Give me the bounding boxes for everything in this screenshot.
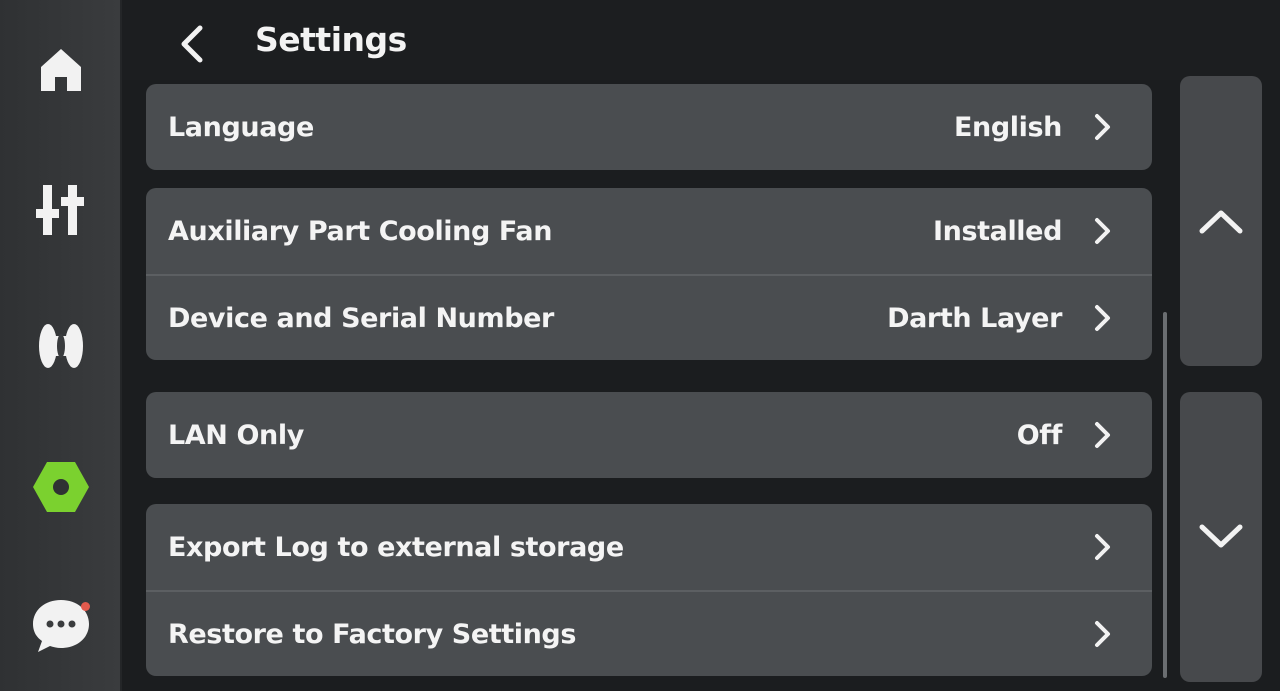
chevron-right-icon [1090, 303, 1114, 333]
hex-settings-icon [33, 462, 89, 512]
chevron-down-icon [1199, 524, 1243, 548]
notification-dot [81, 602, 90, 611]
sidebar-item-messages[interactable] [28, 592, 94, 658]
sidebar-item-settings[interactable] [28, 454, 94, 520]
settings-group-network: LAN Only Off [146, 392, 1152, 478]
lan-only-label: LAN Only [168, 419, 304, 451]
sidebar [0, 0, 122, 691]
lan-only-row[interactable]: LAN Only Off [146, 392, 1152, 478]
language-label: Language [168, 111, 314, 143]
chevron-left-icon [181, 25, 203, 63]
filament-icon [39, 324, 83, 368]
chevron-up-icon [1199, 210, 1243, 234]
sidebar-item-filament[interactable] [28, 313, 94, 379]
export-log-label: Export Log to external storage [168, 531, 624, 563]
sidebar-item-home[interactable] [28, 36, 94, 102]
language-value: English [954, 111, 1062, 143]
chevron-right-icon [1090, 532, 1114, 562]
home-icon [41, 49, 81, 91]
lan-only-value: Off [1016, 419, 1063, 451]
sidebar-item-controls[interactable] [28, 176, 94, 242]
scroll-down-button[interactable] [1180, 392, 1262, 682]
device-serial-value: Darth Layer [887, 302, 1062, 334]
chevron-right-icon [1090, 216, 1114, 246]
factory-reset-row[interactable]: Restore to Factory Settings [146, 590, 1152, 676]
settings-group-general: Language English [146, 84, 1152, 170]
scroll-up-button[interactable] [1180, 76, 1262, 366]
chevron-right-icon [1090, 420, 1114, 450]
chevron-right-icon [1090, 619, 1114, 649]
auxiliary-fan-label: Auxiliary Part Cooling Fan [168, 215, 553, 247]
auxiliary-fan-value: Installed [932, 215, 1062, 247]
language-row[interactable]: Language English [146, 84, 1152, 170]
device-serial-label: Device and Serial Number [168, 302, 554, 334]
export-log-row[interactable]: Export Log to external storage [146, 504, 1152, 590]
page-title: Settings [255, 20, 407, 59]
factory-reset-label: Restore to Factory Settings [168, 618, 577, 650]
settings-group-device: Auxiliary Part Cooling Fan Installed Dev… [146, 188, 1152, 360]
sliders-icon [36, 185, 84, 235]
auxiliary-fan-row[interactable]: Auxiliary Part Cooling Fan Installed [146, 188, 1152, 274]
chevron-right-icon [1090, 112, 1114, 142]
scrollbar[interactable] [1163, 312, 1167, 678]
settings-group-maintenance: Export Log to external storage Restore t… [146, 504, 1152, 676]
back-button[interactable] [170, 20, 214, 68]
device-serial-row[interactable]: Device and Serial Number Darth Layer [146, 274, 1152, 360]
